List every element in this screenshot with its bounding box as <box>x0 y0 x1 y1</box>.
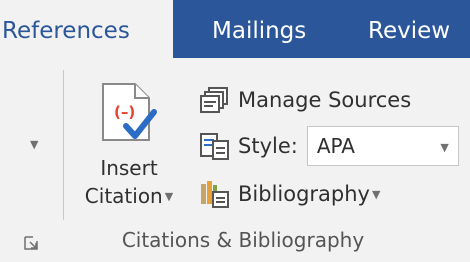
chevron-down-icon[interactable]: ▼ <box>372 188 380 201</box>
bibliography-button[interactable]: Bibliography ▼ <box>200 172 380 216</box>
style-dropdown-value: APA <box>316 134 355 158</box>
tab-mailings[interactable]: Mailings <box>212 0 306 58</box>
bibliography-label: Bibliography <box>238 182 370 206</box>
group-separator <box>63 70 64 220</box>
tab-review[interactable]: Review <box>368 0 450 58</box>
bibliography-icon <box>201 181 229 208</box>
style-row: Style: APA ▼ <box>200 124 459 168</box>
chevron-down-icon[interactable]: ▼ <box>30 138 38 151</box>
chevron-down-icon[interactable]: ▼ <box>165 190 173 203</box>
insert-citation-label-line2: Citation ▼ <box>70 184 188 209</box>
manage-sources-label: Manage Sources <box>238 88 412 112</box>
chevron-down-icon[interactable]: ▼ <box>440 141 448 154</box>
ribbon-tab-bar: References Mailings Review <box>0 0 470 58</box>
insert-citation-label-line1: Insert <box>100 156 158 180</box>
style-icon <box>200 133 229 160</box>
svg-text:(–): (–) <box>114 103 135 121</box>
manage-sources-icon <box>200 87 228 113</box>
ribbon-panel: ▼ (–) Insert Citation ▼ Manage Sources S… <box>0 58 470 262</box>
insert-citation-icon: (–) <box>102 83 157 141</box>
group-label: Citations & Bibliography <box>121 228 365 252</box>
insert-citation-label: Citation <box>84 184 163 208</box>
manage-sources-button[interactable]: Manage Sources <box>200 78 411 122</box>
insert-citation-button[interactable]: (–) Insert Citation ▼ <box>70 72 188 232</box>
style-dropdown[interactable]: APA ▼ <box>306 126 459 166</box>
tab-references[interactable]: References <box>0 0 173 58</box>
style-label: Style: <box>238 134 298 158</box>
